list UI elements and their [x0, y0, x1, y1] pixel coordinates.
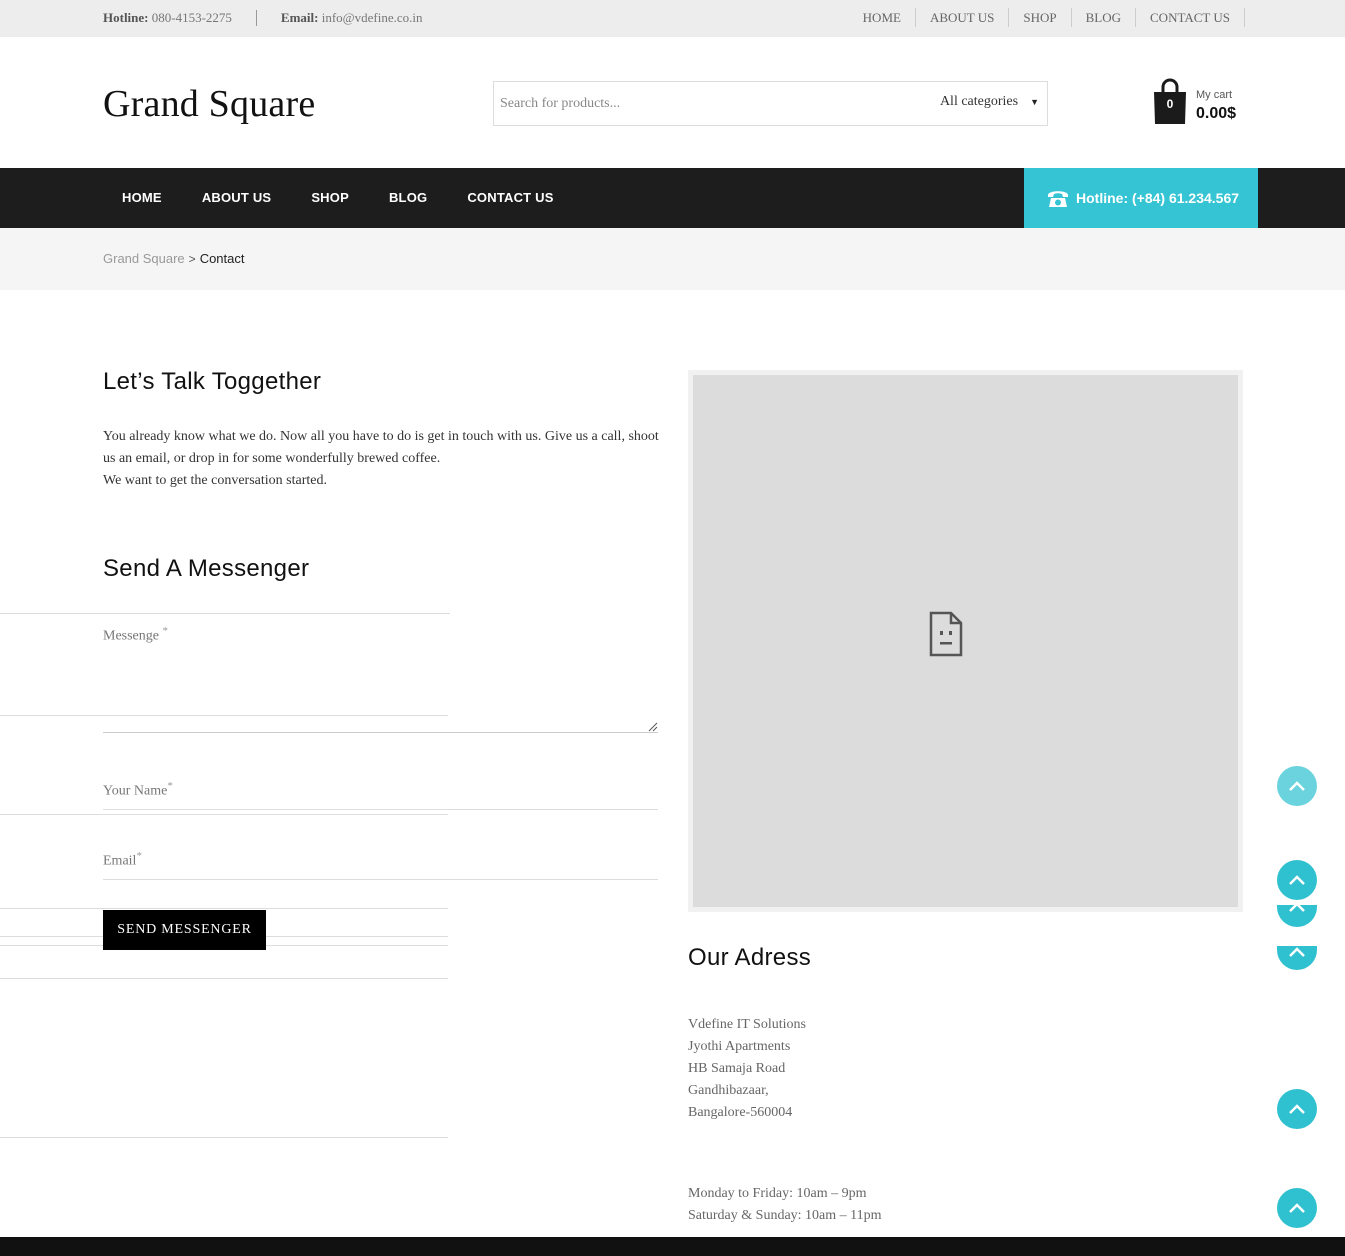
divider: [0, 613, 450, 614]
main-nav-shop[interactable]: SHOP: [291, 168, 369, 228]
address-line: Vdefine IT Solutions: [688, 1017, 806, 1032]
form-title: Send A Messenger: [103, 555, 310, 582]
footer-bar: [0, 1237, 1345, 1256]
phone-icon: [1048, 191, 1068, 207]
breadcrumb-bar: Grand Square > Contact: [0, 228, 1345, 290]
scroll-top-button[interactable]: [1277, 1089, 1317, 1129]
intro-paragraph-2: We want to get the conversation started.: [103, 473, 327, 488]
chevron-up-icon: [1289, 905, 1305, 912]
email-info: Email: info@vdefine.co.in: [280, 10, 423, 25]
search-bar: All categories ▼: [493, 81, 1048, 126]
intro-title: Let’s Talk Toggether: [103, 368, 322, 395]
opening-hours: Monday to Friday: 10am – 9pm Saturday & …: [688, 1183, 882, 1227]
chevron-up-icon: [1289, 781, 1305, 791]
name-field[interactable]: Your Name*: [103, 770, 658, 810]
divider: [0, 1137, 448, 1138]
address-block: Vdefine IT Solutions Jyothi Apartments H…: [688, 1014, 806, 1124]
intro-text: You already know what we do. Now all you…: [103, 426, 663, 492]
breadcrumb-home[interactable]: Grand Square: [103, 251, 185, 266]
broken-page-icon: [929, 611, 963, 657]
scroll-top-button[interactable]: [1277, 766, 1317, 806]
main-nav-blog[interactable]: BLOG: [369, 168, 447, 228]
map-embed[interactable]: [688, 370, 1243, 912]
hotline-text: Hotline: (+84) 61.234.567: [1076, 190, 1240, 206]
chevron-up-icon: [1289, 1104, 1305, 1114]
scroll-top-button[interactable]: [1277, 905, 1317, 927]
divider: [0, 908, 448, 909]
chevron-up-icon: [1289, 947, 1305, 957]
category-select-label: All categories: [939, 94, 1019, 109]
address-line: Gandhibazaar,: [688, 1083, 769, 1098]
top-nav-blog[interactable]: BLOG: [1072, 8, 1137, 27]
cart-count: 0: [1166, 97, 1174, 111]
cart-widget[interactable]: 0 My cart 0.00$: [1152, 78, 1252, 128]
divider: [0, 978, 448, 979]
resize-handle-icon[interactable]: [648, 722, 658, 732]
address-line: Jyothi Apartments: [688, 1039, 791, 1054]
breadcrumb-separator: >: [188, 251, 196, 266]
email-label: Email*: [103, 850, 142, 869]
breadcrumb: Grand Square > Contact: [103, 251, 245, 266]
name-label: Your Name*: [103, 780, 173, 799]
top-nav-about[interactable]: ABOUT US: [916, 8, 1010, 27]
divider: [255, 10, 257, 26]
main-nav-home[interactable]: HOME: [103, 168, 182, 228]
top-nav-home[interactable]: HOME: [849, 8, 916, 27]
scroll-top-button[interactable]: [1277, 946, 1317, 970]
email-field[interactable]: Email*: [103, 840, 658, 880]
top-bar: Hotline: 080-4153-2275 Email: info@vdefi…: [0, 0, 1345, 37]
scroll-top-button[interactable]: [1277, 860, 1317, 900]
top-nav-contact[interactable]: CONTACT US: [1136, 8, 1245, 27]
chevron-up-icon: [1289, 1203, 1305, 1213]
address-title: Our Adress: [688, 944, 812, 971]
main-nav-about[interactable]: ABOUT US: [182, 168, 292, 228]
breadcrumb-current: Contact: [199, 251, 245, 266]
caret-down-icon: ▼: [1030, 97, 1039, 107]
divider: [0, 814, 448, 815]
hotline-banner[interactable]: Hotline: (+84) 61.234.567: [1024, 168, 1258, 228]
message-textarea[interactable]: Messenge *: [103, 618, 658, 733]
cart-total: 0.00$: [1196, 105, 1237, 122]
intro-paragraph: You already know what we do. Now all you…: [103, 429, 659, 466]
scroll-top-button[interactable]: [1277, 1188, 1317, 1228]
message-label: Messenge *: [103, 625, 168, 644]
category-select[interactable]: All categories ▼: [940, 94, 1039, 110]
hours-line: Saturday & Sunday: 10am – 11pm: [688, 1208, 882, 1223]
site-logo[interactable]: Grand Square: [103, 82, 315, 126]
cart-label: My cart: [1196, 89, 1233, 101]
send-messenger-button[interactable]: SEND MESSENGER: [103, 910, 266, 950]
top-nav: HOME ABOUT US SHOP BLOG CONTACT US: [849, 8, 1245, 27]
main-nav-contact[interactable]: CONTACT US: [447, 168, 573, 228]
top-contact-info: Hotline: 080-4153-2275 Email: info@vdefi…: [103, 10, 423, 26]
address-line: Bangalore-560004: [688, 1105, 793, 1120]
address-line: HB Samaja Road: [688, 1061, 786, 1076]
hours-line: Monday to Friday: 10am – 9pm: [688, 1186, 867, 1201]
top-nav-shop[interactable]: SHOP: [1009, 8, 1072, 27]
hotline-info: Hotline: 080-4153-2275: [103, 10, 232, 25]
search-input[interactable]: [494, 83, 914, 124]
chevron-up-icon: [1289, 875, 1305, 885]
